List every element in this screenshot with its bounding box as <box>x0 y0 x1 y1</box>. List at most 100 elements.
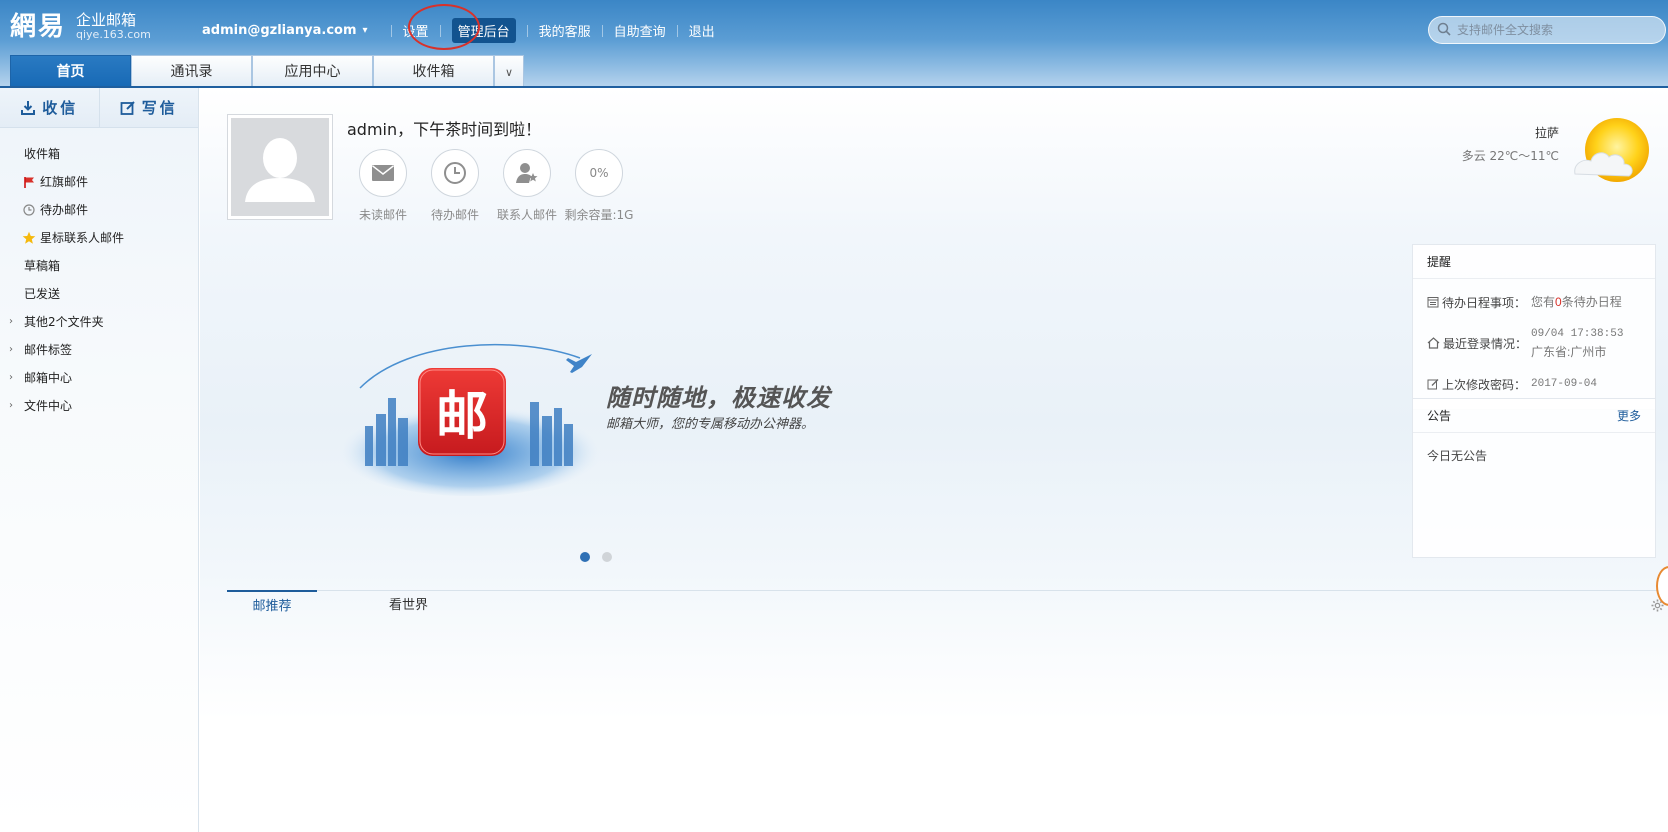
folder-todo[interactable]: 待办邮件 <box>0 196 198 224</box>
stat-unread-mail[interactable]: 未读邮件 <box>347 149 419 223</box>
reminder-todo-suffix: 条待办日程 <box>1561 295 1622 309</box>
default-avatar-icon <box>231 118 329 216</box>
calendar-icon <box>1427 297 1439 308</box>
tab-app-center[interactable]: 应用中心 <box>252 55 373 88</box>
reminder-title: 提醒 <box>1413 245 1655 279</box>
tab-inbox[interactable]: 收件箱 <box>373 55 494 88</box>
star-icon <box>22 231 36 245</box>
stat-label: 联系人邮件 <box>496 208 557 222</box>
reminder-login-place: 广东省:广州市 <box>1531 345 1607 359</box>
reminder-todo-count[interactable]: 0 <box>1555 295 1562 309</box>
tab-see-world[interactable]: 看世界 <box>389 591 428 621</box>
folder-label: 星标联系人邮件 <box>40 231 125 245</box>
folder-sent[interactable]: 已发送 <box>0 280 198 308</box>
reminder-login-row: 最近登录情况： 09/04 17:38:53 广东省:广州市 <box>1413 325 1655 361</box>
tab-label: 邮推荐 <box>252 599 292 614</box>
stat-label: 剩余容量:1G <box>564 208 634 222</box>
stat-label: 待办邮件 <box>430 208 479 222</box>
group-other-folders[interactable]: › 其他2个文件夹 <box>0 308 198 336</box>
download-icon <box>21 100 36 115</box>
compose-mail-button[interactable]: 写信 <box>98 88 199 127</box>
netease-logo[interactable]: 網易 <box>10 6 66 43</box>
clock-icon <box>431 149 479 197</box>
compose-bar: 收信 写信 <box>0 88 198 128</box>
announcement-title: 公告 <box>1427 409 1452 423</box>
greeting-text: admin，下午茶时间到啦！ <box>347 120 542 139</box>
logo-domain: qiye.163.com <box>76 28 151 41</box>
stat-todo-mail[interactable]: 待办邮件 <box>419 149 491 223</box>
group-label: 其他2个文件夹 <box>24 315 104 329</box>
receive-mail-label: 收信 <box>42 99 79 117</box>
carousel-dot-2[interactable] <box>602 552 612 562</box>
reminder-login-time: 09/04 17:38:53 <box>1531 328 1624 340</box>
user-account-menu[interactable]: admin@gzlianya.com <box>202 23 357 38</box>
envelope-icon <box>359 149 407 197</box>
group-label: 文件中心 <box>24 399 73 413</box>
reminder-todo-label: 待办日程事项： <box>1442 295 1527 310</box>
divider <box>526 24 528 37</box>
folder-label: 红旗邮件 <box>40 175 89 189</box>
search-bar[interactable] <box>1428 16 1666 44</box>
divider <box>390 24 392 37</box>
home-icon <box>1427 337 1440 349</box>
folder-inbox[interactable]: 收件箱 <box>0 140 198 168</box>
tab-label: 看世界 <box>389 598 429 613</box>
logout-link[interactable]: 退出 <box>689 21 715 40</box>
announcement-more-link[interactable]: 更多 <box>1617 399 1641 433</box>
edit-icon <box>1427 379 1439 390</box>
customer-service-link[interactable]: 我的客服 <box>539 21 591 40</box>
edit-icon <box>120 100 135 115</box>
group-label: 邮件标签 <box>24 343 73 357</box>
folder-label: 收件箱 <box>24 147 61 161</box>
weather-description: 多云 22℃～11℃ <box>1461 149 1559 163</box>
avatar[interactable] <box>227 114 333 220</box>
divider <box>676 24 678 37</box>
search-icon[interactable] <box>1437 22 1451 39</box>
recommend-tabs: 邮推荐 看世界 <box>227 590 1668 620</box>
carousel-dot-1[interactable] <box>580 552 590 562</box>
folder-drafts[interactable]: 草稿箱 <box>0 252 198 280</box>
stat-storage[interactable]: 0% 剩余容量:1G <box>563 149 635 223</box>
folder-red-flag[interactable]: 红旗邮件 <box>0 168 198 196</box>
carousel-dots <box>580 552 624 562</box>
reminder-login-label: 最近登录情况： <box>1443 336 1528 351</box>
tab-mail-recommend[interactable]: 邮推荐 <box>227 590 317 620</box>
group-mail-tags[interactable]: › 邮件标签 <box>0 336 198 364</box>
folder-list: 收件箱 红旗邮件 待办邮件 星标联系人邮件 草稿箱 已发送 › 其他2个文件夹 ›… <box>0 128 198 420</box>
clock-icon <box>22 204 36 216</box>
weather-city: 拉萨 <box>1534 126 1559 140</box>
folder-label: 待办邮件 <box>40 203 89 217</box>
stat-contact-mail[interactable]: 联系人邮件 <box>491 149 563 223</box>
chevron-down-icon: ∨ <box>504 66 514 79</box>
receive-mail-button[interactable]: 收信 <box>0 88 99 127</box>
reminder-todo-prefix: 您有 <box>1531 295 1556 309</box>
sidebar: 收信 写信 收件箱 红旗邮件 待办邮件 星标联系人邮件 草稿箱 已发送 › 其他2… <box>0 88 199 832</box>
announcement-panel: 公告 更多 今日无公告 <box>1412 398 1656 558</box>
chevron-right-icon: › <box>9 372 13 383</box>
group-label: 邮箱中心 <box>24 371 73 385</box>
folder-label: 已发送 <box>24 287 61 301</box>
weather-widget[interactable]: 拉萨 多云 22℃～11℃ <box>1462 116 1655 193</box>
reminder-panel: 提醒 待办日程事项： 您有0条待办日程 最近登录情况： 09/04 17:38:… <box>1412 244 1656 410</box>
tab-more-dropdown[interactable]: ∨ <box>494 55 524 88</box>
tab-home[interactable]: 首页 <box>10 55 131 88</box>
banner-title: 随时随地，极速收发 <box>606 384 831 412</box>
tab-contacts[interactable]: 通讯录 <box>131 55 252 88</box>
mail-stats: 未读邮件 待办邮件 联系人邮件 0% 剩余容量:1G <box>347 149 635 223</box>
banner-app-icon-text: 邮 <box>436 387 488 447</box>
reminder-password-date: 2017-09-04 <box>1531 378 1598 390</box>
stat-label: 未读邮件 <box>358 208 407 222</box>
folder-starred-contacts[interactable]: 星标联系人邮件 <box>0 224 198 252</box>
self-service-link[interactable]: 自助查询 <box>614 21 666 40</box>
main-tabs: 首页 通讯录 应用中心 收件箱 ∨ <box>10 55 524 88</box>
logo-product-name: 企业邮箱 <box>76 11 137 29</box>
reminder-todo-row[interactable]: 待办日程事项： 您有0条待办日程 <box>1413 293 1655 311</box>
group-mailbox-center[interactable]: › 邮箱中心 <box>0 364 198 392</box>
chevron-right-icon: › <box>9 344 13 355</box>
group-file-center[interactable]: › 文件中心 <box>0 392 198 420</box>
chevron-down-icon[interactable]: ▾ <box>363 25 368 36</box>
highlight-circle-annotation <box>408 4 480 50</box>
search-input[interactable] <box>1457 23 1657 37</box>
top-header: 網易 企业邮箱 qiye.163.com admin@gzlianya.com … <box>0 0 1668 88</box>
divider <box>601 24 603 37</box>
